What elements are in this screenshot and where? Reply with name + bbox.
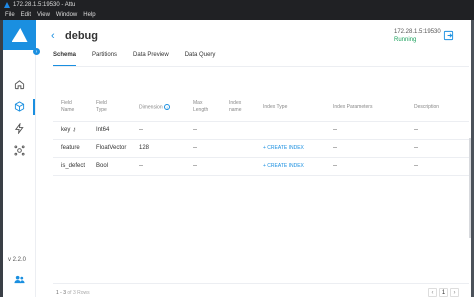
tab-data-query[interactable]: Data Query xyxy=(185,52,216,66)
back-button[interactable]: ‹ xyxy=(51,29,63,43)
field-max-length: -- xyxy=(193,163,197,169)
window-titlebar: 172.28.1.5:19530 - Attu xyxy=(0,0,474,10)
field-index-params: -- xyxy=(333,145,337,151)
field-dimension: -- xyxy=(139,163,143,169)
field-description: -- xyxy=(414,163,418,169)
tab-data-preview[interactable]: Data Preview xyxy=(133,52,169,66)
field-name: feature xyxy=(61,145,80,151)
create-index-button[interactable]: + CREATE INDEX xyxy=(263,145,304,151)
server-address: 172.28.1.5:19530 xyxy=(394,29,441,35)
menu-edit[interactable]: Edit xyxy=(21,12,31,18)
system-icon xyxy=(14,145,25,156)
field-name: key ⚷ xyxy=(61,127,77,133)
table-row: feature FloatVector 128 -- + CREATE INDE… xyxy=(53,140,469,158)
field-type: Int64 xyxy=(96,127,110,133)
field-dimension: -- xyxy=(139,127,143,133)
menu-bar: File Edit View Window Help xyxy=(0,10,474,20)
window-title: 172.28.1.5:19530 - Attu xyxy=(13,2,76,8)
header-description: Description xyxy=(414,104,440,110)
next-page-button[interactable]: › xyxy=(450,288,459,297)
nav-system[interactable] xyxy=(13,144,26,157)
field-type: FloatVector xyxy=(96,145,127,151)
header-field-name: Field Name xyxy=(61,100,75,113)
field-index-params: -- xyxy=(333,127,337,133)
scrollbar[interactable] xyxy=(469,138,471,238)
field-max-length: -- xyxy=(193,127,197,133)
collection-tabs: Schema Partitions Data Preview Data Quer… xyxy=(53,52,231,66)
menu-help[interactable]: Help xyxy=(83,12,95,18)
field-description: -- xyxy=(414,127,418,133)
header-index-name: Index name xyxy=(229,100,242,113)
server-status: Running xyxy=(394,37,417,43)
home-icon xyxy=(14,80,25,90)
sidebar: v 2.2.0 xyxy=(3,20,36,297)
logout-icon[interactable] xyxy=(443,30,454,41)
field-index-params: -- xyxy=(333,163,337,169)
app-window: v 2.2.0 › ‹ debug 172.28.1.5:19530 Runni… xyxy=(3,20,471,297)
nav-home[interactable] xyxy=(13,78,26,91)
cube-icon xyxy=(14,101,25,112)
nav-search[interactable] xyxy=(13,122,26,135)
field-name: is_defect xyxy=(61,163,86,169)
field-type: Bool xyxy=(96,163,109,169)
attu-app-icon xyxy=(4,2,10,8)
version-label: v 2.2.0 xyxy=(8,257,27,263)
table-row: is_defect Bool -- -- + CREATE INDEX -- -… xyxy=(53,158,469,176)
tabs-divider xyxy=(53,66,469,67)
page-title: debug xyxy=(65,30,98,42)
nav-databases[interactable] xyxy=(13,100,26,113)
users-icon[interactable] xyxy=(14,274,25,285)
bolt-icon xyxy=(14,123,24,134)
prev-page-button[interactable]: ‹ xyxy=(428,288,437,297)
field-dimension: 128 xyxy=(139,145,150,151)
schema-table-header: Field Name Field Type Dimension i Max Lengt… xyxy=(53,100,469,122)
field-description: -- xyxy=(414,145,418,151)
create-index-button[interactable]: + CREATE INDEX xyxy=(263,163,304,169)
header-max-length: Max Length xyxy=(193,100,209,113)
row-count: 1 - 3 of 3 Rows xyxy=(56,290,90,296)
header-field-type: Field Type xyxy=(96,100,107,113)
milvus-logo[interactable] xyxy=(3,20,36,50)
table-footer: 1 - 3 of 3 Rows ‹ 1 › xyxy=(53,283,469,297)
table-row: key ⚷ Int64 -- -- -- -- xyxy=(53,122,469,140)
info-icon[interactable]: i xyxy=(164,104,171,110)
current-page[interactable]: 1 xyxy=(439,288,448,297)
header-index-type: Index Type xyxy=(263,104,288,110)
field-max-length: -- xyxy=(193,145,197,151)
sidebar-collapse-button[interactable]: › xyxy=(33,48,40,55)
key-icon: ⚷ xyxy=(72,127,77,133)
menu-file[interactable]: File xyxy=(5,12,15,18)
menu-view[interactable]: View xyxy=(37,12,50,18)
tab-schema[interactable]: Schema xyxy=(53,52,77,66)
header-index-parameters: Index Parameters xyxy=(333,104,373,110)
header-dimension: Dimension i xyxy=(139,104,171,111)
logo-icon xyxy=(11,28,28,42)
nav-active-indicator xyxy=(33,99,35,115)
menu-window[interactable]: Window xyxy=(56,12,77,18)
tab-partitions[interactable]: Partitions xyxy=(92,52,117,66)
